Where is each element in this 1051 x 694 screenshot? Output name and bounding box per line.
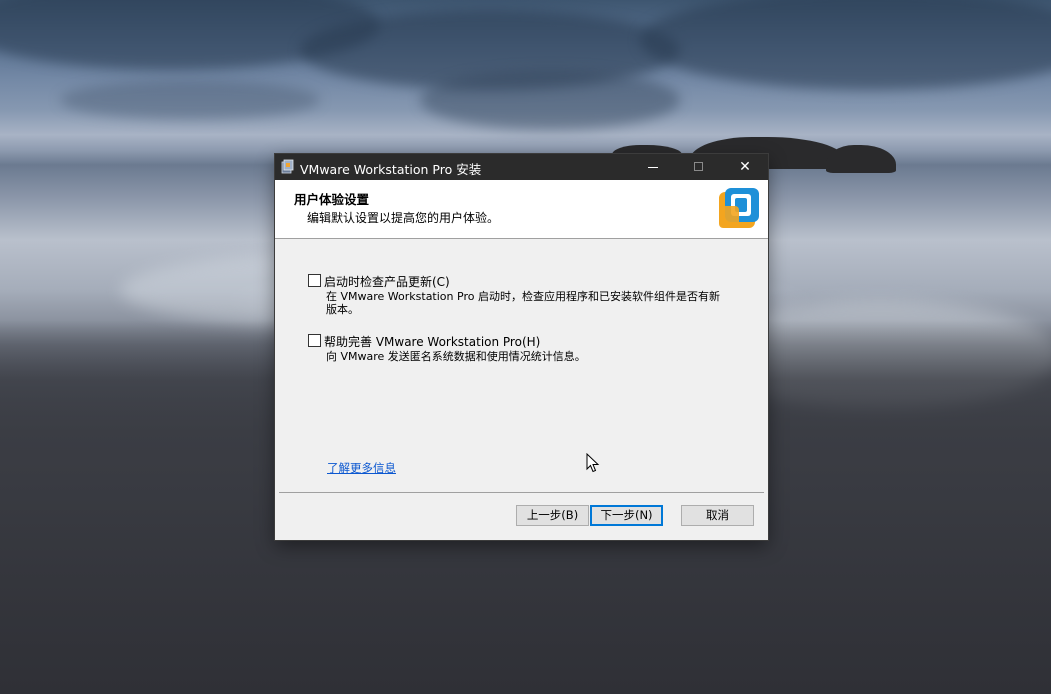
header-divider bbox=[275, 238, 768, 239]
dialog-header: 用户体验设置 编辑默认设置以提高您的用户体验。 bbox=[275, 180, 768, 238]
minimize-icon bbox=[648, 167, 658, 168]
mouse-cursor-icon bbox=[586, 453, 600, 473]
minimize-button[interactable] bbox=[630, 154, 676, 180]
ceip-label[interactable]: 帮助完善 VMware Workstation Pro(H) bbox=[324, 333, 540, 350]
window-title: VMware Workstation Pro 安装 bbox=[300, 162, 482, 177]
close-icon: ✕ bbox=[739, 159, 751, 175]
update-check-checkbox[interactable] bbox=[308, 274, 321, 287]
title-bar[interactable]: VMware Workstation Pro 安装 ✕ bbox=[275, 154, 768, 180]
back-button[interactable]: 上一步(B) bbox=[516, 505, 589, 526]
cloud bbox=[60, 80, 320, 120]
update-check-description: 在 VMware Workstation Pro 启动时，检查应用程序和已安装软… bbox=[326, 290, 720, 316]
maximize-button[interactable] bbox=[676, 154, 722, 180]
cancel-button[interactable]: 取消 bbox=[681, 505, 754, 526]
installer-app-icon bbox=[281, 159, 294, 174]
next-button[interactable]: 下一步(N) bbox=[590, 505, 663, 526]
close-button[interactable]: ✕ bbox=[722, 154, 768, 180]
cloud bbox=[420, 70, 680, 130]
learn-more-link[interactable]: 了解更多信息 bbox=[327, 460, 396, 476]
maximize-icon bbox=[694, 162, 703, 171]
page-subtitle: 编辑默认设置以提高您的用户体验。 bbox=[307, 211, 500, 225]
installer-dialog: VMware Workstation Pro 安装 ✕ 用户体验设置 编辑默认设… bbox=[275, 154, 768, 540]
ceip-description: 向 VMware 发送匿名系统数据和使用情况统计信息。 bbox=[326, 350, 586, 363]
ceip-checkbox[interactable] bbox=[308, 334, 321, 347]
cloud bbox=[640, 0, 1051, 90]
vmware-logo-icon bbox=[719, 188, 759, 228]
rock-island bbox=[826, 145, 896, 173]
page-title: 用户体验设置 bbox=[294, 192, 370, 207]
footer-divider bbox=[279, 492, 764, 493]
update-check-label[interactable]: 启动时检查产品更新(C) bbox=[324, 273, 450, 290]
